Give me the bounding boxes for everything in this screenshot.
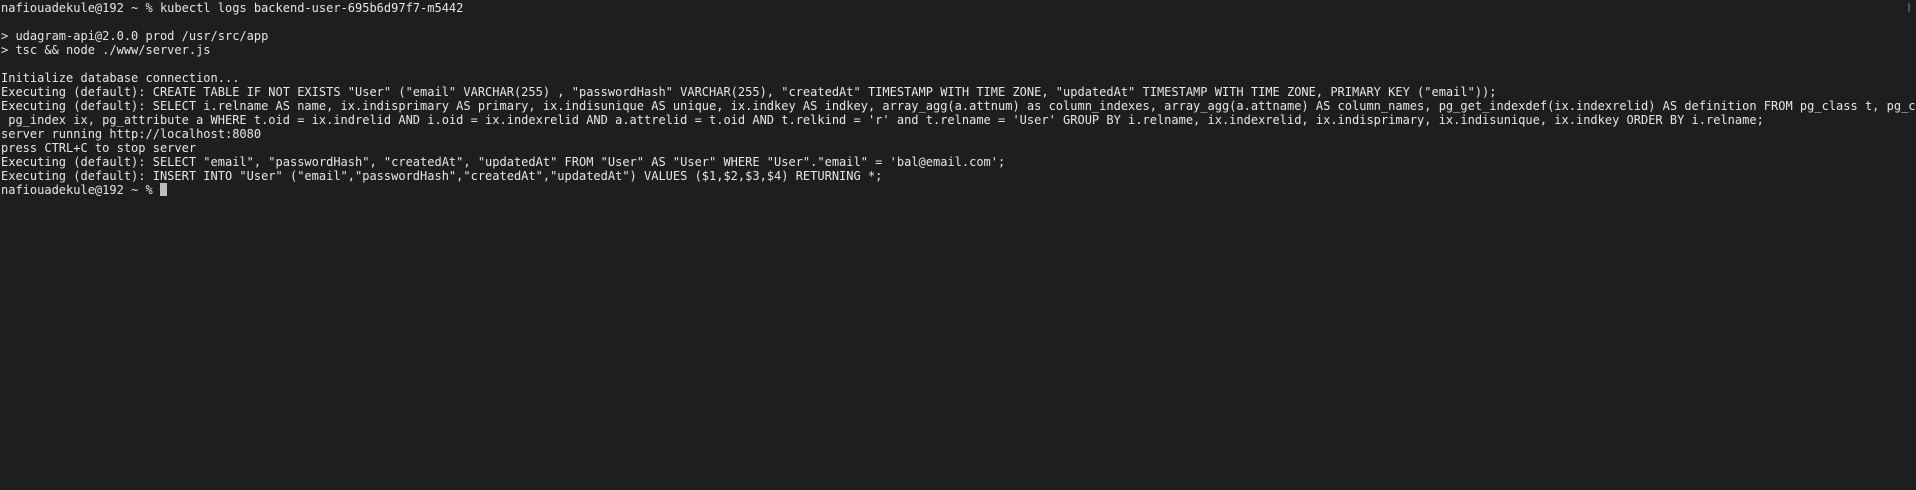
terminal-line-server-running: server running http://localhost:8080 [1, 127, 262, 141]
terminal-line-create-table: Executing (default): CREATE TABLE IF NOT… [1, 85, 1497, 99]
scrollbar-indicator[interactable] [1908, 3, 1910, 12]
terminal-line-db-init: Initialize database connection... [1, 71, 240, 85]
terminal-line-select-user: Executing (default): SELECT "email", "pa… [1, 155, 1006, 169]
terminal-window[interactable]: nafiouadekule@192 ~ % kubectl logs backe… [0, 0, 1916, 490]
terminal-line-command: nafiouadekule@192 ~ % kubectl logs backe… [1, 1, 464, 15]
terminal-line-npm-command: > tsc && node ./www/server.js [1, 43, 211, 57]
terminal-line-select-index-cont: pg_index ix, pg_attribute a WHERE t.oid … [1, 113, 1764, 127]
terminal-line-select-index: Executing (default): SELECT i.relname AS… [1, 99, 1916, 113]
terminal-prompt: nafiouadekule@192 ~ % [1, 183, 160, 197]
terminal-line-insert-user: Executing (default): INSERT INTO "User" … [1, 169, 883, 183]
terminal-cursor[interactable] [159, 183, 167, 196]
terminal-prompt-line[interactable]: nafiouadekule@192 ~ % [1, 183, 1916, 197]
terminal-line-press-ctrl-c: press CTRL+C to stop server [1, 141, 197, 155]
terminal-line-npm-script: > udagram-api@2.0.0 prod /usr/src/app [1, 29, 269, 43]
